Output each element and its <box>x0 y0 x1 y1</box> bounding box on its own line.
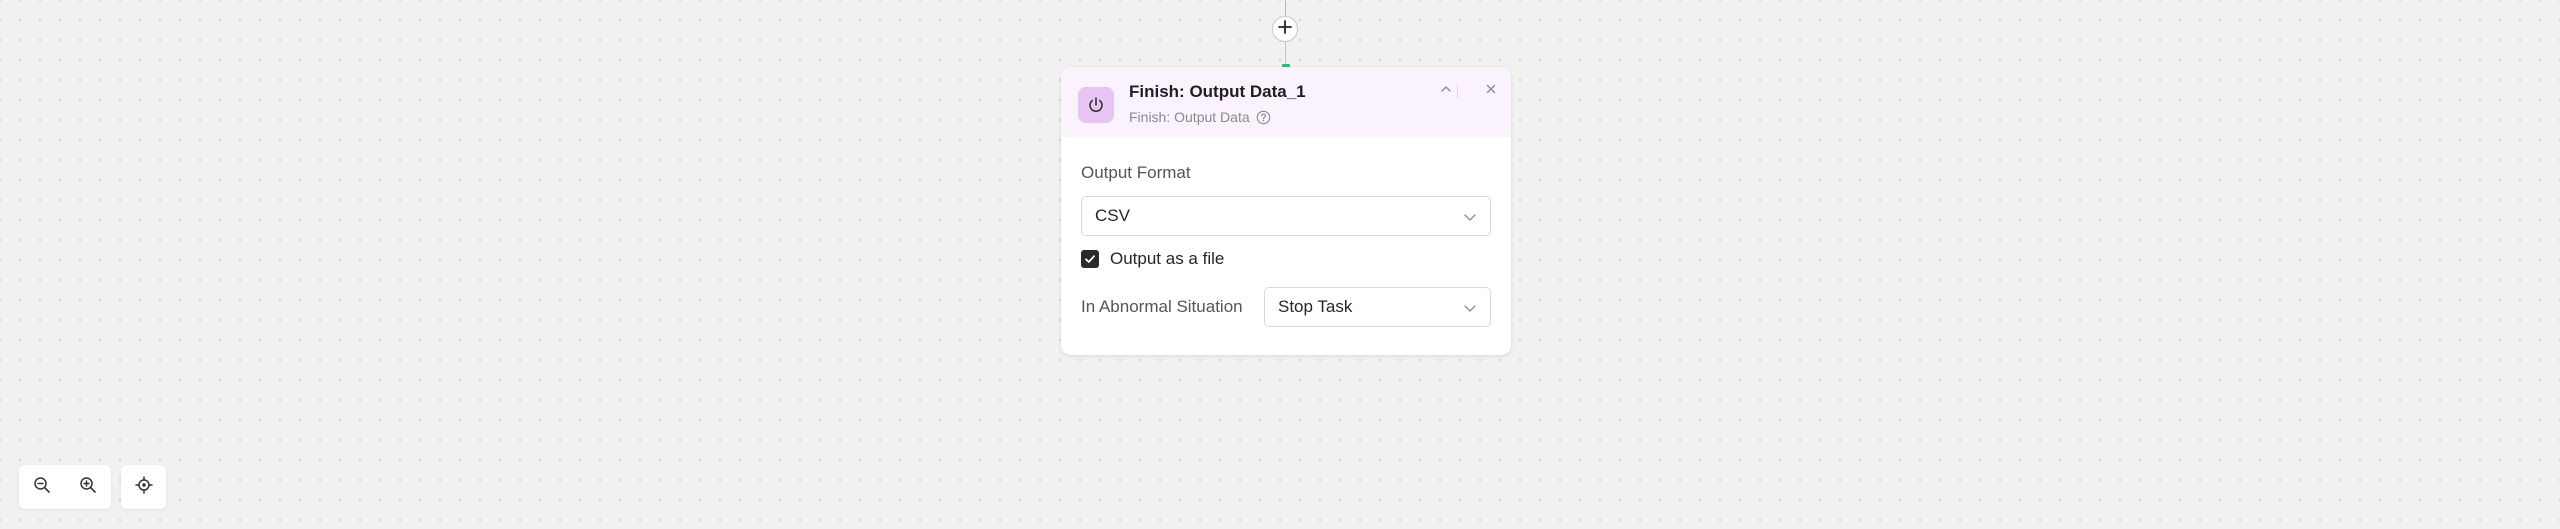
node-type-label: Finish: Output Data <box>1129 109 1250 125</box>
connector-line <box>1285 42 1286 66</box>
close-icon <box>1484 82 1498 101</box>
node-header[interactable]: Finish: Output Data_1 Finish: Output Dat… <box>1061 67 1511 137</box>
abnormal-situation-select[interactable]: Stop Task <box>1264 287 1491 327</box>
finish-output-node[interactable]: Finish: Output Data_1 Finish: Output Dat… <box>1061 67 1511 355</box>
locate-icon <box>134 475 153 499</box>
abnormal-situation-row: In Abnormal Situation Stop Task <box>1081 287 1491 327</box>
node-title: Finish: Output Data_1 <box>1129 82 1306 101</box>
zoom-out-button[interactable] <box>19 465 65 509</box>
help-icon[interactable] <box>1256 110 1271 125</box>
node-subtitle: Finish: Output Data <box>1129 109 1271 125</box>
chevron-down-icon <box>1462 209 1478 230</box>
add-node-button[interactable] <box>1272 16 1298 42</box>
zoom-in-button[interactable] <box>65 465 111 509</box>
abnormal-situation-label: In Abnormal Situation <box>1081 297 1243 316</box>
close-button[interactable] <box>1480 80 1502 102</box>
power-icon <box>1078 87 1114 123</box>
collapse-button[interactable] <box>1435 80 1457 102</box>
output-format-select[interactable]: CSV <box>1081 196 1491 236</box>
output-format-value: CSV <box>1095 206 1130 225</box>
output-as-file-option[interactable]: Output as a file <box>1081 249 1491 269</box>
workflow-canvas[interactable]: Finish: Output Data_1 Finish: Output Dat… <box>0 0 2560 529</box>
chevron-up-icon <box>1439 82 1453 101</box>
output-as-file-checkbox[interactable] <box>1081 250 1099 268</box>
output-as-file-label: Output as a file <box>1110 249 1225 268</box>
zoom-in-icon <box>79 476 97 499</box>
zoom-out-icon <box>33 476 51 499</box>
locate-button[interactable] <box>121 465 166 509</box>
node-body: Output Format CSV Output as a file In Ab… <box>1061 163 1511 327</box>
plus-icon <box>1278 19 1292 39</box>
connector-line <box>1285 0 1286 16</box>
header-divider <box>1457 84 1458 98</box>
output-format-label: Output Format <box>1081 163 1191 182</box>
check-icon <box>1085 255 1095 263</box>
abnormal-situation-value: Stop Task <box>1278 297 1353 316</box>
chevron-down-icon <box>1462 300 1478 321</box>
zoom-controls <box>19 465 111 509</box>
